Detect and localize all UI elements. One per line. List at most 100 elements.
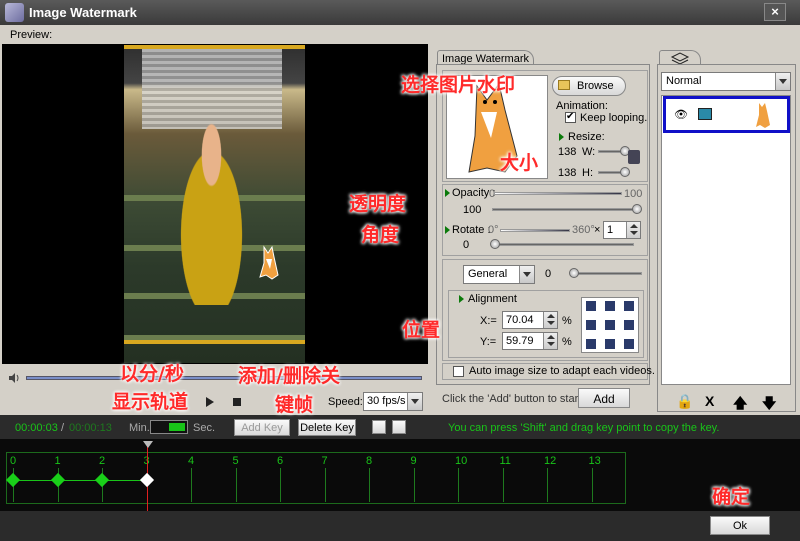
x-position-stepper[interactable]: 70.04 [502,311,558,329]
opacity-value: 100 [463,204,482,216]
align-bottom-right[interactable] [624,339,634,349]
volume-icon[interactable] [8,372,20,384]
min-label: Min. [129,422,150,434]
app-icon [5,3,24,22]
effect-value: General [468,268,508,280]
rotate-max: 360° [572,224,595,236]
opacity-slider[interactable] [492,208,634,211]
height-slider-thumb[interactable] [620,167,630,177]
height-label: H: [582,167,593,179]
previous-key-icon[interactable] [372,420,386,434]
window-title: Image Watermark [29,5,137,20]
spin-arrows-icon[interactable] [626,222,640,238]
timeline-gridline [591,468,593,502]
chevron-down-icon[interactable] [519,266,534,283]
alignment-grid[interactable] [581,297,639,353]
annotation-confirm: 确定 [712,486,751,508]
add-button[interactable]: Add [578,388,630,408]
effect-slider[interactable] [570,272,642,275]
speed-select[interactable]: 30 fps/s [363,392,423,411]
keyframe-track-line [10,480,150,481]
timeline-tick-label: 8 [366,455,373,467]
opacity-max: 100 [624,188,643,200]
blend-mode-select[interactable]: Normal [661,72,791,91]
annotation-show-track: 显示轨道 [112,391,189,413]
timeline-tick-label: 1 [54,455,61,467]
spin-arrows-icon[interactable] [543,333,557,349]
expand-triangle-icon[interactable] [445,226,450,234]
rotate-slider[interactable] [492,243,634,246]
layer-thumbnail [756,103,770,128]
layer-item[interactable]: 👁 [663,96,790,133]
y-position-stepper[interactable]: 59.79 [502,332,558,350]
align-top-left[interactable] [586,301,596,311]
move-up-icon[interactable]: 🡅 [733,393,747,417]
timeline-tick-label: 4 [188,455,195,467]
rotate-count-stepper[interactable]: 1 [603,221,641,239]
x-position-value: 70.04 [506,314,534,326]
effect-slider-thumb[interactable] [569,268,579,278]
align-center[interactable] [605,320,615,330]
move-down-icon[interactable]: 🡇 [762,393,776,417]
opacity-slider-thumb[interactable] [632,204,642,214]
align-bottom-left[interactable] [586,339,596,349]
delete-key-button[interactable]: Delete Key [298,419,356,436]
min-sec-toggle[interactable] [150,420,188,434]
layer-list[interactable] [661,95,791,385]
expand-triangle-icon[interactable] [445,189,450,197]
timeline-tick-label: 12 [544,455,557,467]
play-button[interactable] [206,397,214,407]
rotate-slider-thumb[interactable] [490,239,500,249]
auto-size-checkbox[interactable] [453,366,464,377]
expand-triangle-icon[interactable] [459,295,464,303]
stop-button[interactable] [233,398,241,406]
effect-amount: 0 [545,268,552,280]
rotate-min: 0° [488,224,499,236]
align-middle-left[interactable] [586,320,596,330]
width-value: 138 [558,146,577,158]
resize-label: Resize: [568,131,605,143]
effect-select[interactable]: General [463,265,535,284]
watermark-overlay-icon[interactable] [258,245,280,281]
time-separator: / [61,422,65,434]
add-key-button[interactable]: Add Key [234,419,290,436]
keep-looping-checkbox[interactable] [565,111,576,123]
timeline-gridline [458,468,459,502]
seek-slider[interactable] [26,376,422,380]
delete-layer-icon[interactable]: X [705,393,714,409]
dialog-footer [0,511,800,541]
timeline-tick-label: 10 [455,455,468,467]
timeline-gridline [547,468,548,502]
annotation-add-delete: 添加/删除关 [238,365,340,387]
lock-layer-icon[interactable]: 🔒 [676,393,693,410]
total-time: 00:00:13 [69,422,112,434]
current-time: 00:00:03 [15,422,58,434]
align-top-center[interactable] [605,301,615,311]
annotation-angle: 角度 [361,224,400,246]
eye-icon[interactable]: 👁 [674,108,688,121]
annotation-keyframe: 键帧 [275,394,314,416]
close-button[interactable]: × [764,3,786,21]
folder-icon [558,80,570,90]
lock-icon[interactable] [628,150,640,164]
x-unit: % [562,315,572,327]
add-hint: Click the 'Add' button to start -> [442,393,595,405]
sec-label: Sec. [193,422,216,434]
timeline-tick-label: 11 [499,455,511,467]
timeline-gridline [280,468,281,502]
align-bottom-center[interactable] [605,339,615,349]
next-key-icon[interactable] [392,420,406,434]
title-bar: Image Watermark × [0,0,800,25]
align-middle-right[interactable] [624,320,634,330]
timeline-gridline [191,468,192,502]
annotation-size: 大小 [500,152,539,174]
playhead-handle-icon[interactable] [143,441,153,448]
annotation-select-image: 选择图片水印 [401,74,516,96]
spin-arrows-icon[interactable] [543,312,557,328]
chevron-down-icon[interactable] [775,73,790,90]
expand-triangle-icon[interactable] [559,133,564,141]
chevron-down-icon[interactable] [407,393,422,410]
align-top-right[interactable] [624,301,634,311]
image-layer-icon [698,108,712,120]
ok-button[interactable]: Ok [710,516,770,535]
